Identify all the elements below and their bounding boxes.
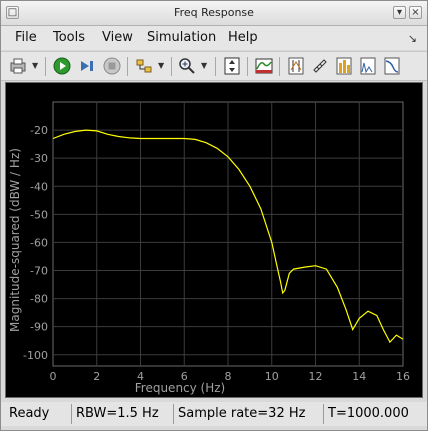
- menu-file[interactable]: File: [15, 30, 37, 45]
- peak-finder-icon[interactable]: [335, 57, 353, 75]
- step-forward-icon[interactable]: [78, 57, 96, 75]
- title-bar[interactable]: Freq Response □ ▾ ×: [1, 1, 427, 26]
- menu-simulation[interactable]: Simulation: [147, 30, 216, 45]
- y-tick-label: -40: [30, 180, 48, 193]
- minimize-button[interactable]: ▾: [393, 6, 406, 19]
- status-sample-rate: Sample rate=32 Hz: [173, 404, 305, 424]
- close-button[interactable]: ×: [409, 6, 422, 19]
- y-tick-label: -50: [30, 208, 48, 221]
- x-tick-label: 10: [265, 370, 279, 383]
- y-tick-label: -100: [23, 349, 48, 362]
- x-tick-label: 2: [93, 370, 100, 383]
- distortion-icon[interactable]: [359, 57, 377, 75]
- x-tick-label: 16: [396, 370, 410, 383]
- y-tick-label: -60: [30, 236, 48, 249]
- autoscale-icon[interactable]: [223, 57, 241, 75]
- status-time: T=1000.000: [323, 404, 409, 424]
- close-icon: ×: [411, 7, 420, 18]
- scope-window: Freq Response □ ▾ × File Tools View Simu…: [0, 0, 428, 431]
- cursor-icon[interactable]: [287, 57, 305, 75]
- toolbar: ▼ ▼ ▼: [1, 51, 427, 81]
- status-bar: Ready RBW=1.5 Hz Sample rate=32 Hz T=100…: [1, 402, 427, 426]
- spectrum-chart[interactable]: 0 2 4 6 8 10 12 14 16 -20-30-40-50-60-70-80-90-1…: [6, 83, 422, 397]
- y-tick-label: -30: [30, 152, 48, 165]
- x-tick-label: 0: [50, 370, 57, 383]
- ruler-icon[interactable]: [311, 57, 329, 75]
- x-axis-label: Frequency (Hz): [135, 381, 226, 395]
- highlight-block-icon[interactable]: [135, 57, 153, 75]
- x-tick-label: 8: [225, 370, 232, 383]
- window-menu-button[interactable]: □: [6, 6, 19, 19]
- stop-icon[interactable]: [103, 57, 121, 75]
- x-tick-label: 12: [309, 370, 323, 383]
- menu-tools[interactable]: Tools: [53, 30, 85, 45]
- zoom-dropdown-icon[interactable]: ▼: [201, 61, 207, 70]
- x-tick-label: 14: [352, 370, 366, 383]
- y-tick-label: -80: [30, 293, 48, 306]
- window-title: Freq Response: [174, 6, 254, 19]
- menu-bar: File Tools View Simulation Help ↘: [1, 26, 427, 50]
- y-axis-label: Magnitude-squared (dBW / Hz): [8, 148, 22, 332]
- toolbar-separator: [247, 57, 248, 76]
- highlight-dropdown-icon[interactable]: ▼: [158, 61, 164, 70]
- y-tick-label: -70: [30, 265, 48, 278]
- print-icon[interactable]: [9, 57, 27, 75]
- spectrum-settings-icon[interactable]: [255, 57, 273, 75]
- toolbar-separator: [215, 57, 216, 76]
- zoom-icon[interactable]: [178, 57, 196, 75]
- toolbar-separator: [279, 57, 280, 76]
- status-state: Ready: [9, 406, 50, 421]
- plot-panel: 0 2 4 6 8 10 12 14 16 -20 -30 -40 -50 -60 -70 -80 -90 -1…: [5, 82, 423, 398]
- status-rbw: RBW=1.5 Hz: [71, 404, 159, 424]
- print-dropdown-icon[interactable]: ▼: [32, 61, 38, 70]
- dock-arrow-icon[interactable]: ↘: [408, 32, 417, 45]
- menu-view[interactable]: View: [102, 30, 133, 45]
- toolbar-separator: [127, 57, 128, 76]
- y-tick-label: -90: [30, 321, 48, 334]
- menu-help[interactable]: Help: [228, 30, 258, 45]
- toolbar-separator: [45, 57, 46, 76]
- run-icon[interactable]: [53, 57, 71, 75]
- minimize-icon: ▾: [396, 7, 403, 18]
- y-tick-label: -20: [30, 124, 48, 137]
- ccdf-icon[interactable]: [383, 57, 401, 75]
- toolbar-separator: [171, 57, 172, 76]
